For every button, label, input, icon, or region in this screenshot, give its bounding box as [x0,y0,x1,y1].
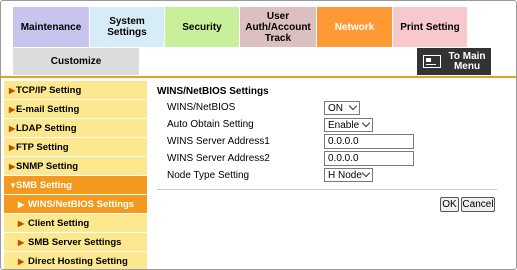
tab-auth-line3: Track [264,32,292,44]
main-menu-icon [423,55,441,68]
sidebar-item-label: LDAP Setting [16,122,77,134]
app-window: Maintenance System Settings Security Use… [0,0,517,270]
chevron-right-icon: ▶ [18,218,25,228]
tab-security[interactable]: Security [165,7,239,47]
tab-print-setting[interactable]: Print Setting [393,7,467,47]
wins-server1-label: WINS Server Address1 [167,136,270,147]
sidebar-item-label: E-mail Setting [16,103,80,115]
chevron-right-icon: ▶ [18,237,25,247]
cancel-button[interactable]: Cancel [461,197,495,212]
sidebar-item-label: Client Setting [28,217,90,229]
sidebar-item-tcpip[interactable]: ▶ TCP/IP Setting [4,81,147,99]
sidebar-item-label: TCP/IP Setting [16,84,82,96]
to-main-menu-label: To Main Menu [447,51,491,72]
chevron-right-icon: ▶ [9,85,16,95]
tab-system-settings[interactable]: System Settings [90,7,164,47]
wins-netbios-value: ON [328,102,343,114]
content-divider [157,189,497,190]
sidebar-item-label: WINS/NetBIOS Settings [28,198,135,210]
sidebar-item-smb[interactable]: ▼ SMB Setting [4,176,147,194]
auto-obtain-value: Enable [328,119,360,131]
chevron-down-icon: ▼ [9,180,17,190]
to-main-menu-button[interactable]: To Main Menu [417,48,491,75]
sidebar-item-email[interactable]: ▶ E-mail Setting [4,100,147,118]
wins-server1-value: 0.0.0.0 [328,136,359,147]
page-title: WINS/NetBIOS Settings [157,86,269,97]
wins-server2-input[interactable]: 0.0.0.0 [324,151,414,166]
wins-netbios-select[interactable]: ON [324,101,360,115]
sidebar-item-ftp[interactable]: ▶ FTP Setting [4,138,147,156]
tab-network-label: Network [334,21,375,33]
to-main-line2: Menu [453,60,481,72]
tab-auth-line2: Auth/Account [245,21,311,33]
wins-server1-input[interactable]: 0.0.0.0 [324,134,414,149]
chevron-right-icon: ▶ [18,256,25,266]
chevron-right-icon: ▶ [9,161,16,171]
chevron-right-icon: ▶ [18,199,25,209]
ok-button[interactable]: OK [440,197,459,212]
sidebar-item-ldap[interactable]: ▶ LDAP Setting [4,119,147,137]
ok-button-label: OK [442,199,457,210]
tab-user-auth-account-track[interactable]: User Auth/Account Track [240,7,316,47]
wins-server2-value: 0.0.0.0 [328,153,359,164]
tab-customize-label: Customize [50,56,102,67]
sidebar-item-snmp[interactable]: ▶ SNMP Setting [4,157,147,175]
sidebar-item-label: SMB Server Settings [28,236,122,248]
sidebar-item-wins-netbios[interactable]: ▶ WINS/NetBIOS Settings [4,195,147,213]
sidebar-item-direct-hosting[interactable]: ▶ Direct Hosting Setting [4,252,147,269]
sidebar-item-smb-server[interactable]: ▶ SMB Server Settings [4,233,147,251]
node-type-value: H Node [328,169,362,181]
header-divider [1,76,516,78]
chevron-right-icon: ▶ [9,142,16,152]
chevron-down-icon [361,168,371,178]
tab-auth-line1: User [266,10,290,22]
tab-system-settings-label: System Settings [107,16,147,38]
wins-netbios-label: WINS/NetBIOS [167,102,236,113]
auto-obtain-select[interactable]: Enable [324,118,373,132]
auto-obtain-label: Auto Obtain Setting [167,119,254,130]
sidebar-item-label: SMB Setting [16,179,72,191]
tab-auth-label: User Auth/Account Track [245,11,311,44]
tab-security-label: Security [182,21,222,33]
tab-customize[interactable]: Customize [13,48,139,75]
sidebar: ▶ TCP/IP Setting ▶ E-mail Setting ▶ LDAP Se… [4,81,147,269]
chevron-right-icon: ▶ [9,104,16,114]
tab-print-setting-label: Print Setting [400,21,460,33]
tab-maintenance-label: Maintenance [20,21,82,33]
tab-network[interactable]: Network [317,7,392,47]
sidebar-item-label: Direct Hosting Setting [28,255,128,267]
tab-maintenance[interactable]: Maintenance [13,7,89,47]
chevron-down-icon [361,118,371,128]
wins-server2-label: WINS Server Address2 [167,153,270,164]
chevron-down-icon [348,101,358,111]
node-type-select[interactable]: H Node [324,168,373,182]
node-type-label: Node Type Setting [167,170,250,181]
sidebar-item-client[interactable]: ▶ Client Setting [4,214,147,232]
sidebar-item-label: FTP Setting [16,141,69,153]
sidebar-item-label: SNMP Setting [16,160,79,172]
cancel-button-label: Cancel [462,199,494,210]
chevron-right-icon: ▶ [9,123,16,133]
